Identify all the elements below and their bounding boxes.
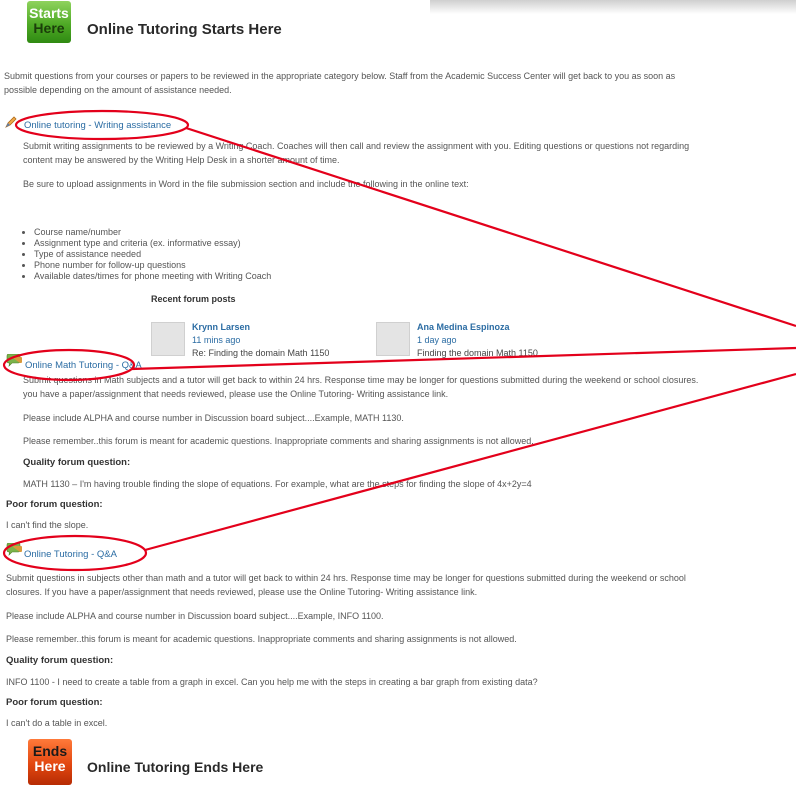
writing-desc-line-2: content may be answered by the Writing H… xyxy=(23,155,340,165)
general-poor-heading: Poor forum question: xyxy=(6,697,103,708)
general-poor-example: I can't do a table in excel. xyxy=(6,718,108,728)
writing-assistance-link[interactable]: Online tutoring - Writing assistance xyxy=(24,120,171,131)
writing-upload-note: Be sure to upload assignments in Word in… xyxy=(23,179,469,189)
badge-line-1: Starts xyxy=(29,5,69,21)
math-include-note: Please include ALPHA and course number i… xyxy=(23,413,404,423)
writing-requirements-list: Course name/number Assignment type and c… xyxy=(20,227,271,282)
list-item: Phone number for follow-up questions xyxy=(34,260,271,271)
list-item: Type of assistance needed xyxy=(34,249,271,260)
post-time: 1 day ago xyxy=(417,335,457,345)
ends-here-badge: Ends Here xyxy=(28,739,72,785)
math-remember-note: Please remember..this forum is meant for… xyxy=(23,436,534,446)
page-title: Online Tutoring Starts Here xyxy=(87,21,282,38)
pencil-icon xyxy=(5,116,17,128)
post-time: 11 mins ago xyxy=(192,335,241,345)
badge-line-1: Ends xyxy=(32,743,68,759)
math-desc-line-2: you have a paper/assignment that needs r… xyxy=(23,389,449,399)
footer-title: Online Tutoring Ends Here xyxy=(87,759,264,775)
post-subject[interactable]: Finding the domain Math 1150 xyxy=(417,348,538,358)
top-shadow xyxy=(430,0,796,14)
intro-line-2: possible depending on the amount of assi… xyxy=(4,85,232,95)
math-quality-heading: Quality forum question: xyxy=(23,457,131,468)
math-quality-example: MATH 1130 – I'm having trouble finding t… xyxy=(23,479,532,489)
post-author[interactable]: Krynn Larsen xyxy=(192,322,250,332)
starts-here-badge: Starts Here xyxy=(27,1,71,43)
math-desc-line-1: Submit questions in Math subjects and a … xyxy=(23,375,699,385)
forum-icon xyxy=(6,543,22,556)
avatar xyxy=(376,322,410,356)
intro-line-1: Submit questions from your courses or pa… xyxy=(4,71,676,81)
general-desc-line-2: closures. If you have a paper/assignment… xyxy=(6,587,478,597)
general-quality-example: INFO 1100 - I need to create a table fro… xyxy=(6,677,538,687)
math-poor-heading: Poor forum question: xyxy=(6,499,103,510)
general-desc-line-1: Submit questions in subjects other than … xyxy=(6,573,686,583)
post-subject[interactable]: Re: Finding the domain Math 1150 xyxy=(192,348,329,358)
general-include-note: Please include ALPHA and course number i… xyxy=(6,611,384,621)
badge-line-2: Here xyxy=(33,20,65,36)
avatar xyxy=(151,322,185,356)
math-tutoring-link[interactable]: Online Math Tutoring - Q&A xyxy=(25,360,142,371)
general-quality-heading: Quality forum question: xyxy=(6,655,114,666)
post-author[interactable]: Ana Medina Espinoza xyxy=(417,322,510,332)
badge-line-2: Here xyxy=(34,758,66,774)
recent-posts-heading: Recent forum posts xyxy=(151,294,236,304)
list-item: Available dates/times for phone meeting … xyxy=(34,271,271,282)
general-remember-note: Please remember..this forum is meant for… xyxy=(6,634,517,644)
writing-desc-line-1: Submit writing assignments to be reviewe… xyxy=(23,141,690,151)
general-tutoring-link[interactable]: Online Tutoring - Q&A xyxy=(24,549,117,560)
list-item: Assignment type and criteria (ex. inform… xyxy=(34,238,271,249)
forum-icon xyxy=(6,354,22,367)
list-item: Course name/number xyxy=(34,227,271,238)
math-poor-example: I can't find the slope. xyxy=(6,520,89,530)
